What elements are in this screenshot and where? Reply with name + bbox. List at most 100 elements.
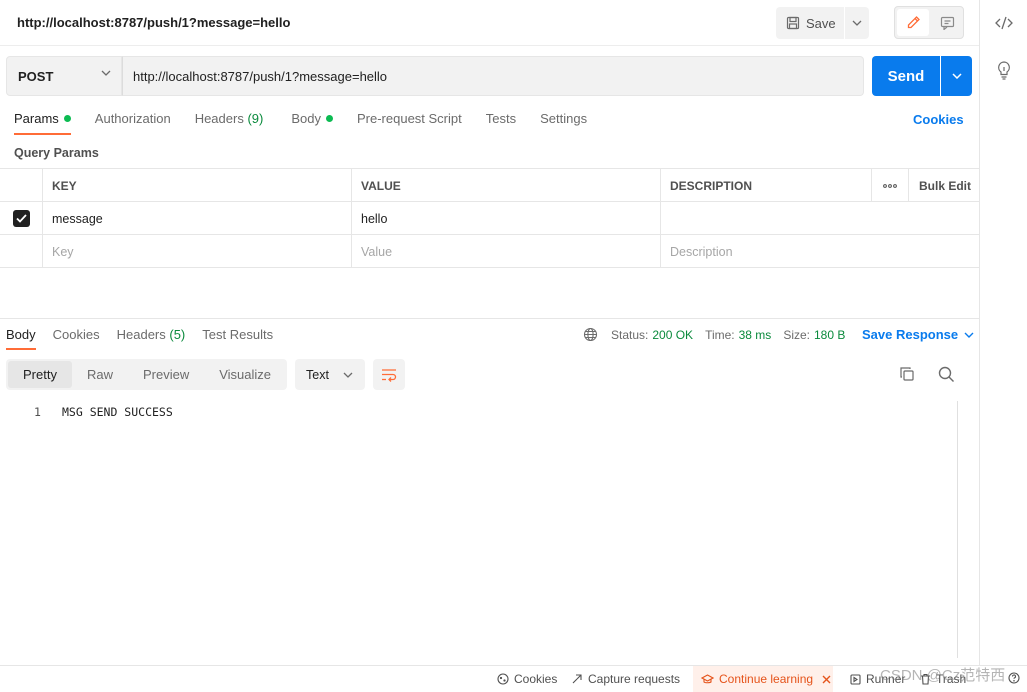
param-description-cell[interactable] [660,202,979,235]
tab-tests[interactable]: Tests [486,111,516,135]
chevron-down-icon [964,332,974,338]
column-header-key: KEY [42,169,351,202]
graduation-cap-icon [701,673,714,683]
request-tabs: Params Authorization Headers (9) Body Pr… [14,111,587,135]
edit-mode-button[interactable] [897,9,929,36]
method-label: POST [18,68,54,84]
param-enabled-checkbox[interactable] [12,210,30,227]
request-title[interactable]: http://localhost:8787/push/1?message=hel… [17,15,290,30]
watermark: CSDN @Cz范特西 [880,667,1006,684]
statusbar-cookies[interactable]: Cookies [497,672,557,686]
format-label: Text [306,367,329,382]
response-headers-count: (5) [169,327,186,342]
body-indicator-dot [325,115,333,122]
statusbar-cookies-label: Cookies [514,672,558,686]
time-label: Time: [705,327,735,342]
time-value[interactable]: 38 ms [739,328,772,342]
view-visualize-button[interactable]: Visualize [204,361,286,388]
response-tab-cookies[interactable]: Cookies [53,327,100,350]
status-value[interactable]: 200 OK [652,328,693,342]
cookie-icon [497,673,509,685]
column-options-button[interactable] [871,169,908,202]
response-headers-label: Headers [116,327,166,342]
query-params-heading: Query Params [14,146,99,160]
tab-headers[interactable]: Headers (9) [195,111,264,135]
new-key-input[interactable]: Key [42,235,351,268]
code-snippet-icon[interactable] [994,13,1014,33]
size-label: Size: [783,327,810,342]
save-response-button[interactable]: Save Response [862,327,974,342]
response-tab-body[interactable]: Body [6,327,36,350]
statusbar-capture-requests[interactable]: Capture requests [571,672,680,686]
more-options-icon [883,183,897,188]
method-select[interactable]: POST [6,56,122,96]
tab-params[interactable]: Params [14,111,71,135]
response-meta: Status: 200 OK Time: 38 ms Size: 180 B [583,327,857,342]
save-response-label: Save Response [862,327,959,342]
comments-button[interactable] [931,9,963,36]
response-view-switcher: Pretty Raw Preview Visualize [6,359,287,390]
view-mode-toggle [894,6,964,39]
view-preview-button[interactable]: Preview [128,361,204,388]
close-icon[interactable] [822,675,831,684]
status-bar: Cookies Capture requests Continue learni… [0,665,1027,692]
tab-authorization[interactable]: Authorization [95,111,171,135]
send-button[interactable]: Send [872,56,940,96]
tab-body-label: Body [291,111,321,126]
save-button[interactable]: Save [776,7,844,39]
response-divider[interactable] [0,318,979,319]
check-icon [15,214,27,223]
view-raw-button[interactable]: Raw [72,361,128,388]
help-icon[interactable] [1008,672,1020,684]
chevron-down-icon [101,70,111,76]
editor-scrollbar[interactable] [957,401,958,658]
response-body-line[interactable]: MSG SEND SUCCESS [62,405,173,419]
new-description-input[interactable]: Description [660,235,979,268]
save-icon [786,16,800,30]
new-value-input[interactable]: Value [351,235,660,268]
response-body-editor[interactable]: 1 MSG SEND SUCCESS [0,401,958,658]
continue-learning-button[interactable]: Continue learning [693,666,833,692]
copy-icon[interactable] [899,366,915,385]
chevron-down-icon [343,372,353,378]
request-title-bar: http://localhost:8787/push/1?message=hel… [0,0,979,46]
chevron-down-icon [852,20,862,26]
lightbulb-icon[interactable] [994,60,1014,80]
bulk-edit-button[interactable]: Bulk Edit [908,169,979,202]
size-value[interactable]: 180 B [814,328,845,342]
runner-icon [850,673,861,685]
tab-settings[interactable]: Settings [540,111,587,135]
tab-body[interactable]: Body [291,111,333,135]
response-tab-test-results[interactable]: Test Results [202,327,273,350]
table-header-row: KEY VALUE DESCRIPTION Bulk Edit [0,169,979,202]
globe-icon[interactable] [583,327,598,342]
capture-icon [572,674,582,684]
wrap-lines-button[interactable] [373,359,405,390]
view-pretty-button[interactable]: Pretty [8,361,72,388]
wrap-lines-icon [382,368,397,382]
send-options-button[interactable] [941,56,972,96]
search-icon[interactable] [938,366,955,386]
save-label: Save [806,15,836,31]
url-input[interactable]: http://localhost:8787/push/1?message=hel… [122,56,864,96]
cookies-link[interactable]: Cookies [913,112,964,127]
response-tabs: Body Cookies Headers (5) Test Results [6,327,290,350]
param-key-cell[interactable]: message [42,202,351,235]
chevron-down-icon [951,73,962,79]
params-indicator-dot [63,115,71,122]
statusbar-capture-label: Capture requests [588,672,681,686]
status-label: Status: [611,327,649,342]
column-header-description: DESCRIPTION [660,169,871,202]
tab-params-label: Params [14,111,59,126]
request-workspace: http://localhost:8787/push/1?message=hel… [0,0,979,692]
continue-learning-label: Continue learning [719,672,814,686]
tab-headers-label: Headers [194,111,244,126]
save-options-button[interactable] [845,7,869,39]
param-value-cell[interactable]: hello [351,202,660,235]
table-row-empty: Key Value Description [0,235,979,268]
tab-pre-request-script[interactable]: Pre-request Script [357,111,462,135]
pencil-icon [907,16,920,29]
response-format-select[interactable]: Text [295,359,365,390]
response-tab-headers[interactable]: Headers (5) [117,327,186,350]
header-checkbox-cell [0,169,42,202]
